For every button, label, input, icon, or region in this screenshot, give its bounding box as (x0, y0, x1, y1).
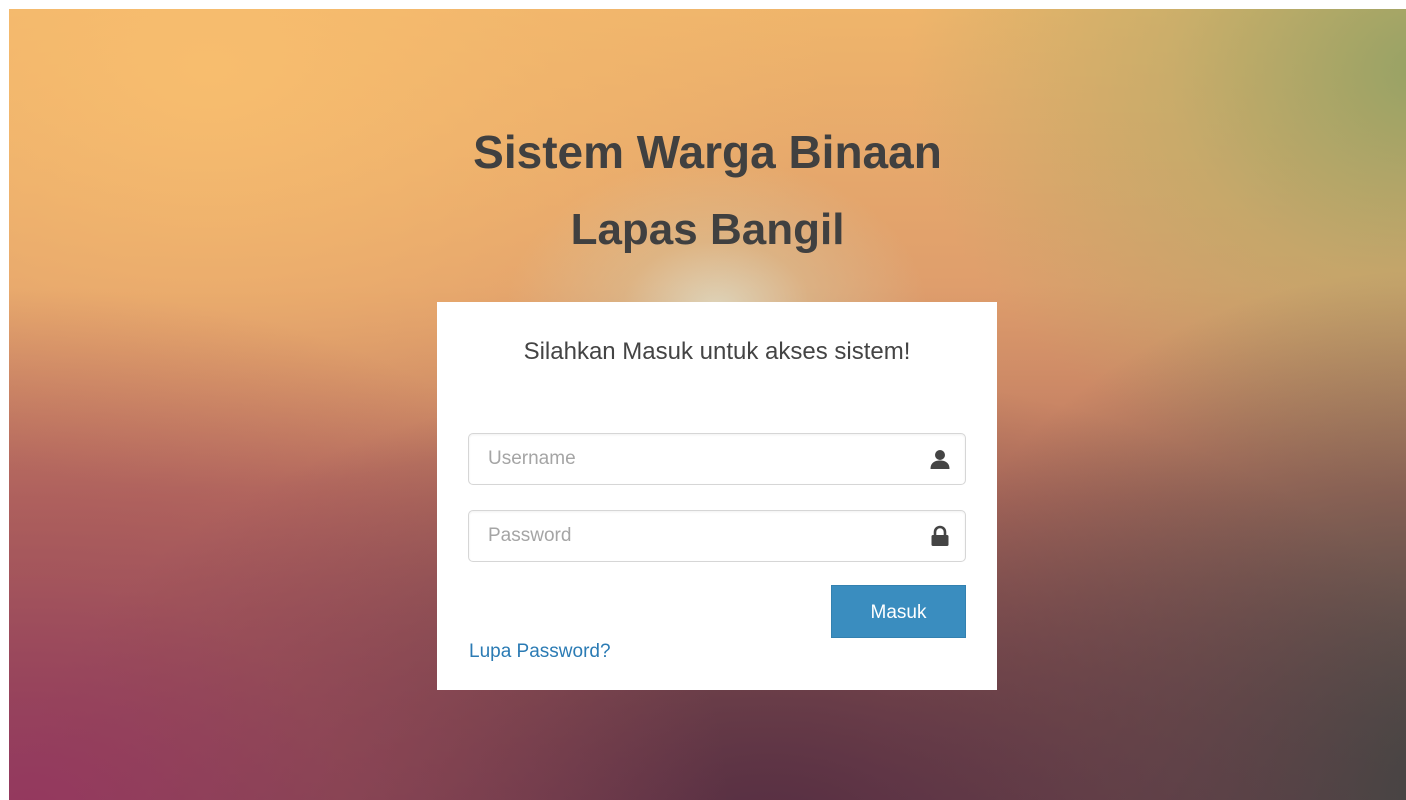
username-field[interactable] (468, 433, 966, 485)
password-input[interactable] (469, 511, 909, 561)
lock-icon (929, 525, 951, 547)
user-icon (929, 448, 951, 470)
login-button[interactable]: Masuk (831, 585, 966, 638)
forgot-password-link[interactable]: Lupa Password? (469, 640, 611, 664)
login-message: Silahkan Masuk untuk akses sistem! (523, 338, 911, 365)
page-subtitle: Lapas Bangil (570, 205, 845, 254)
login-panel: Silahkan Masuk untuk akses sistem! Masuk… (437, 302, 997, 690)
page-background: Sistem Warga Binaan Lapas Bangil Silahka… (9, 9, 1406, 800)
username-input[interactable] (469, 434, 909, 484)
password-field[interactable] (468, 510, 966, 562)
page-title: Sistem Warga Binaan (473, 126, 942, 178)
